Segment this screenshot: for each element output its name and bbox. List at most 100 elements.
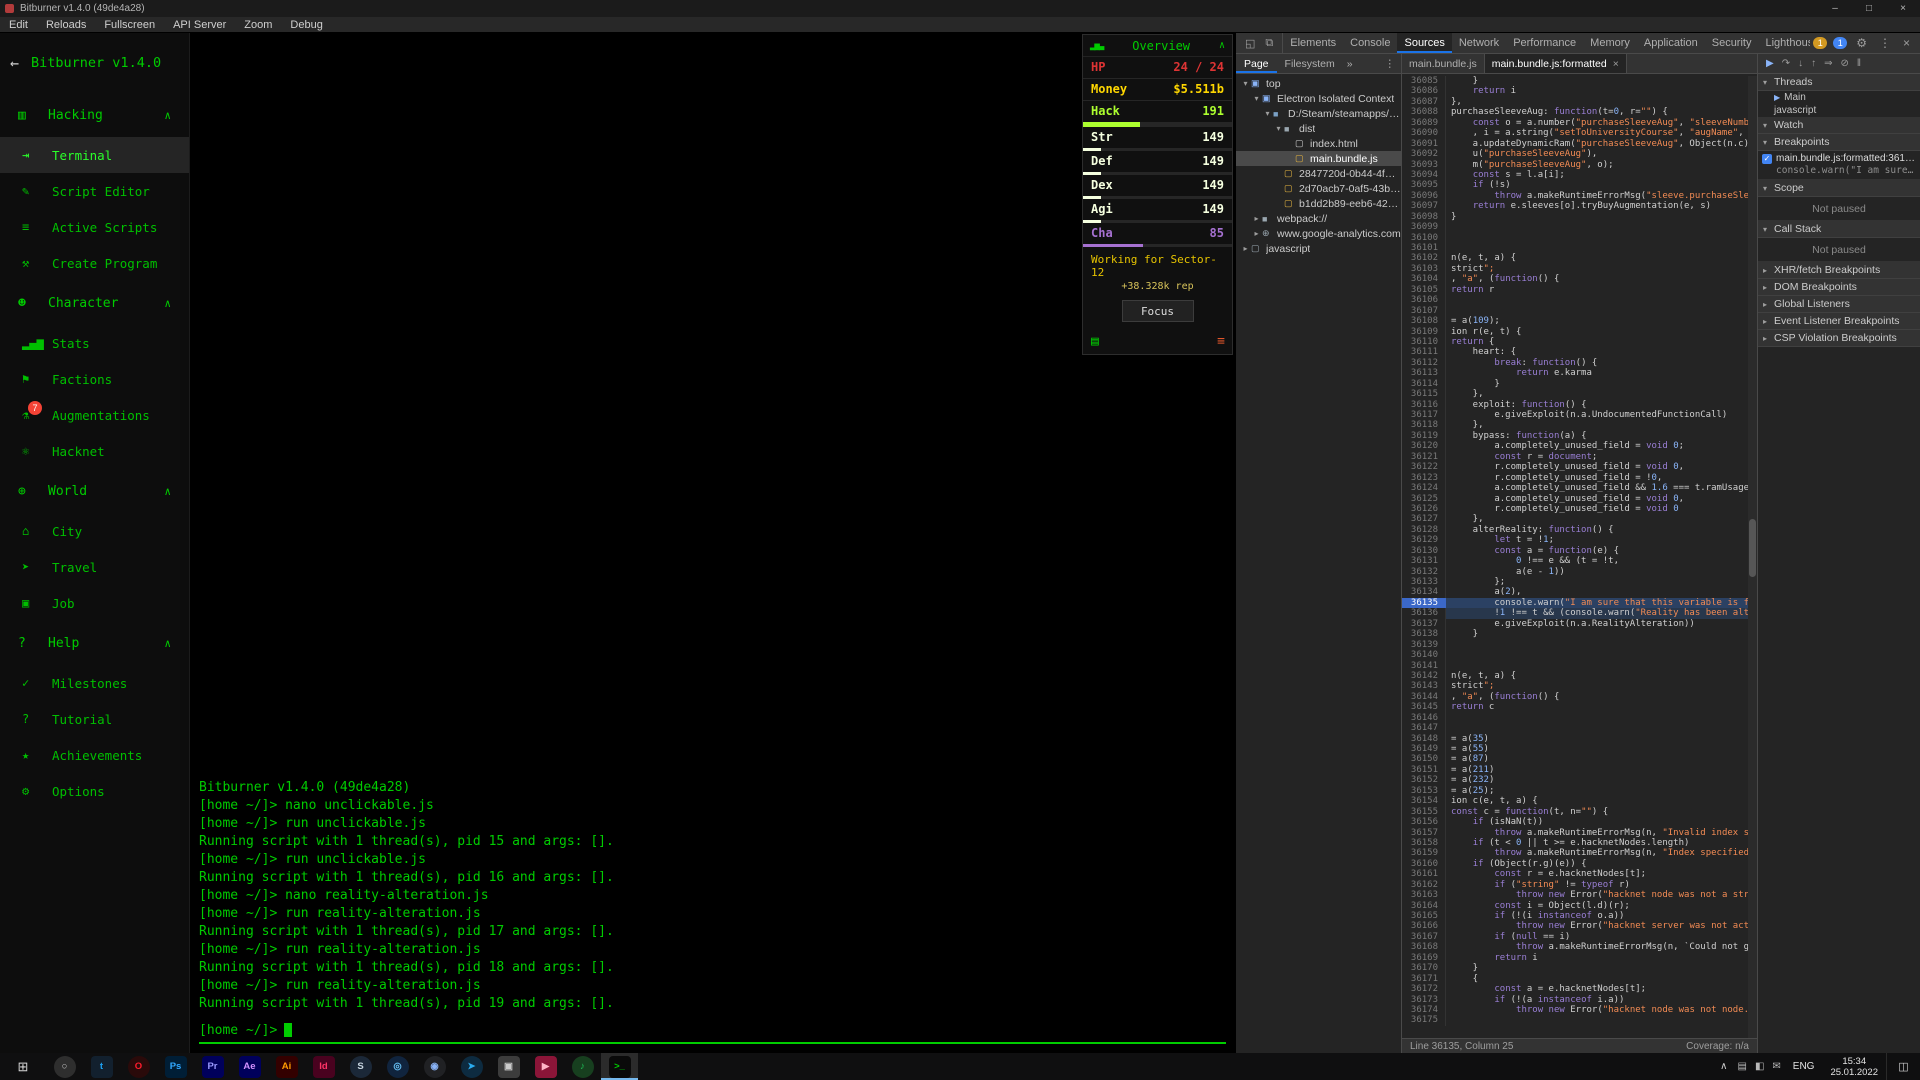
code-line[interactable]: 36172 const a = e.hacknetNodes[t]; xyxy=(1402,984,1757,994)
line-number[interactable]: 36171 xyxy=(1402,974,1446,984)
line-number[interactable]: 36160 xyxy=(1402,859,1446,869)
line-number[interactable]: 36086 xyxy=(1402,86,1446,96)
line-number[interactable]: 36147 xyxy=(1402,723,1446,733)
line-number[interactable]: 36145 xyxy=(1402,702,1446,712)
devtools-tab-sources[interactable]: Sources xyxy=(1397,33,1451,53)
line-number[interactable]: 36121 xyxy=(1402,452,1446,462)
sidebar-item-milestones[interactable]: ✓Milestones xyxy=(0,665,189,701)
code-line[interactable]: 36171 { xyxy=(1402,974,1757,984)
code-line[interactable]: 36150= a(87) xyxy=(1402,754,1757,764)
code-line[interactable]: 36089 const o = a.number("purchaseSleeve… xyxy=(1402,118,1757,128)
code-line[interactable]: 36112 break: function() { xyxy=(1402,358,1757,368)
expand-arrow-icon[interactable]: ▾ xyxy=(1240,79,1251,88)
line-number[interactable]: 36156 xyxy=(1402,817,1446,827)
sidebar-item-travel[interactable]: ➤Travel xyxy=(0,549,189,585)
sidebar-section-character[interactable]: ☻Character∧ xyxy=(0,281,189,325)
language-indicator[interactable]: ENG xyxy=(1785,1061,1823,1072)
line-number[interactable]: 36113 xyxy=(1402,368,1446,378)
line-number[interactable]: 36153 xyxy=(1402,786,1446,796)
code-line[interactable]: 36133 }; xyxy=(1402,577,1757,587)
taskbar-app-13[interactable]: ▶ xyxy=(527,1053,564,1080)
line-number[interactable]: 36173 xyxy=(1402,995,1446,1005)
code-line[interactable]: 36138 } xyxy=(1402,629,1757,639)
line-number[interactable]: 36161 xyxy=(1402,869,1446,879)
line-number[interactable]: 36087 xyxy=(1402,97,1446,107)
section-csp-violation-breakpoints[interactable]: ▸CSP Violation Breakpoints xyxy=(1758,330,1920,347)
code-line[interactable]: 36147 xyxy=(1402,723,1757,733)
line-number[interactable]: 36167 xyxy=(1402,932,1446,942)
thread-javascript[interactable]: javascript xyxy=(1758,104,1920,117)
close-button[interactable]: × xyxy=(1886,0,1920,17)
sidebar-section-help[interactable]: ?Help∧ xyxy=(0,621,189,665)
line-number[interactable]: 36146 xyxy=(1402,713,1446,723)
tray-expand-icon[interactable]: ∧ xyxy=(1714,1061,1733,1072)
devtools-tab-security[interactable]: Security xyxy=(1705,33,1759,53)
code-line[interactable]: 36102n(e, t, a) { xyxy=(1402,253,1757,263)
line-number[interactable]: 36123 xyxy=(1402,473,1446,483)
line-number[interactable]: 36106 xyxy=(1402,295,1446,305)
code-line[interactable]: 36139 xyxy=(1402,640,1757,650)
editor-scrollbar[interactable] xyxy=(1748,76,1757,1038)
code-line[interactable]: 36100 xyxy=(1402,233,1757,243)
line-number[interactable]: 36095 xyxy=(1402,180,1446,190)
tree-item-top[interactable]: ▾▣top xyxy=(1236,76,1401,91)
line-number[interactable]: 36154 xyxy=(1402,796,1446,806)
line-number[interactable]: 36093 xyxy=(1402,160,1446,170)
line-number[interactable]: 36165 xyxy=(1402,911,1446,921)
line-number[interactable]: 36131 xyxy=(1402,556,1446,566)
code-line[interactable]: 36154ion c(e, t, a) { xyxy=(1402,796,1757,806)
code-line[interactable]: 36165 if (!(i instanceof o.a)) xyxy=(1402,911,1757,921)
debugger-control-icon[interactable]: ↷ xyxy=(1778,58,1794,69)
line-number[interactable]: 36143 xyxy=(1402,681,1446,691)
code-line[interactable]: 36146 xyxy=(1402,713,1757,723)
devtools-tab-console[interactable]: Console xyxy=(1343,33,1397,53)
code-line[interactable]: 36099 xyxy=(1402,222,1757,232)
code-line[interactable]: 36103strict"; xyxy=(1402,264,1757,274)
terminal-input[interactable]: [home ~/]> xyxy=(199,1018,1226,1044)
line-number[interactable]: 36122 xyxy=(1402,462,1446,472)
code-line[interactable]: 36128 alterReality: function() { xyxy=(1402,525,1757,535)
inspect-element-icon[interactable]: ◱ xyxy=(1240,37,1260,50)
sidebar-item-options[interactable]: ⚙Options xyxy=(0,773,189,809)
tree-item-www-google-analytics-com[interactable]: ▸⊕www.google-analytics.com xyxy=(1236,226,1401,241)
line-number[interactable]: 36097 xyxy=(1402,201,1446,211)
save-icon[interactable]: ▤ xyxy=(1091,334,1099,349)
tree-item-electron-isolated-context[interactable]: ▾▣Electron Isolated Context xyxy=(1236,91,1401,106)
chevron-up-icon[interactable]: ∧ xyxy=(164,485,171,498)
code-line[interactable]: 36175 xyxy=(1402,1015,1757,1025)
code-line[interactable]: 36094 const s = l.a[i]; xyxy=(1402,170,1757,180)
code-line[interactable]: 36157 throw a.makeRuntimeErrorMsg(n, "In… xyxy=(1402,828,1757,838)
line-number[interactable]: 36168 xyxy=(1402,942,1446,952)
line-number[interactable]: 36144 xyxy=(1402,692,1446,702)
section-threads[interactable]: ▾Threads xyxy=(1758,74,1920,91)
line-number[interactable]: 36119 xyxy=(1402,431,1446,441)
devtools-tab-lighthouse[interactable]: Lighthouse xyxy=(1758,33,1810,53)
line-number[interactable]: 36155 xyxy=(1402,807,1446,817)
line-number[interactable]: 36133 xyxy=(1402,577,1446,587)
line-number[interactable]: 36125 xyxy=(1402,494,1446,504)
line-number[interactable]: 36151 xyxy=(1402,765,1446,775)
line-number[interactable]: 36142 xyxy=(1402,671,1446,681)
sidebar-item-augmentations[interactable]: ⚗7Augmentations xyxy=(0,397,189,433)
taskbar-app-8[interactable]: S xyxy=(342,1053,379,1080)
close-tab-icon[interactable]: × xyxy=(1613,58,1619,70)
code-line[interactable]: 36166 throw new Error("hacknet server wa… xyxy=(1402,921,1757,931)
taskbar-app-6[interactable]: Ai xyxy=(268,1053,305,1080)
line-number[interactable]: 36137 xyxy=(1402,619,1446,629)
taskbar-app-10[interactable]: ◉ xyxy=(416,1053,453,1080)
debugger-control-icon[interactable]: ↑ xyxy=(1807,58,1820,69)
code-line[interactable]: 36086 return i xyxy=(1402,86,1757,96)
code-line[interactable]: 36161 const r = e.hacknetNodes[t]; xyxy=(1402,869,1757,879)
sidebar-item-job[interactable]: ▣Job xyxy=(0,585,189,621)
code-line[interactable]: 36164 const i = Object(l.d)(r); xyxy=(1402,901,1757,911)
code-line[interactable]: 36129 let t = !1; xyxy=(1402,535,1757,545)
line-number[interactable]: 36120 xyxy=(1402,441,1446,451)
code-line[interactable]: 36134 a(2), xyxy=(1402,587,1757,597)
devtools-tab-performance[interactable]: Performance xyxy=(1506,33,1583,53)
line-number[interactable]: 36099 xyxy=(1402,222,1446,232)
expand-arrow-icon[interactable]: ▾ xyxy=(1273,124,1284,133)
code-line[interactable]: 36101 xyxy=(1402,243,1757,253)
code-line[interactable]: 36158 if (t < 0 || t >= e.hacknetNodes.l… xyxy=(1402,838,1757,848)
line-number[interactable]: 36105 xyxy=(1402,285,1446,295)
line-number[interactable]: 36164 xyxy=(1402,901,1446,911)
